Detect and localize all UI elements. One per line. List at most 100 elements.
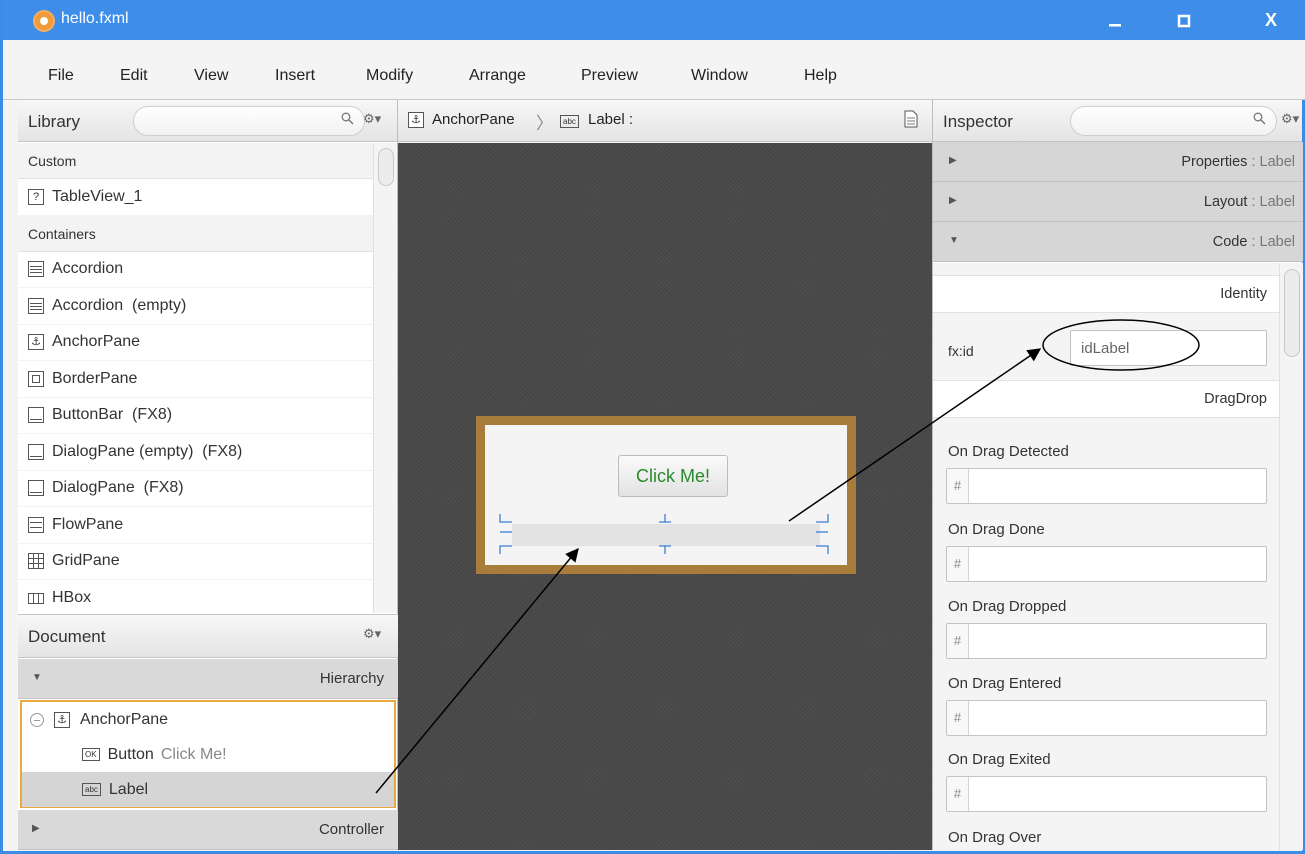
inspector-panel: Inspector ⚙▾ ▶ Properties : Label ▶ Layo…: [932, 100, 1303, 850]
minimize-button[interactable]: [1084, 0, 1146, 40]
library-scrollbar[interactable]: [373, 143, 397, 613]
section-code[interactable]: ▼ Code : Label: [933, 222, 1303, 262]
code-section-body: Identity fx:id idLabel DragDrop On Drag …: [933, 263, 1279, 850]
library-item-buttonbar[interactable]: ButtonBar (FX8): [18, 398, 373, 434]
chevron-right-icon: ▶: [949, 155, 957, 166]
chevron-down-icon: ▼: [32, 672, 42, 683]
on-drag-detected-label: On Drag Detected: [948, 443, 1069, 460]
inspector-scroll-thumb[interactable]: [1284, 269, 1300, 357]
menu-modify[interactable]: Modify: [366, 67, 413, 85]
menu-insert[interactable]: Insert: [275, 67, 315, 85]
library-list: Custom ? TableView_1 Containers Accordio…: [18, 143, 373, 613]
tree-item-button[interactable]: OK Button Click Me!: [22, 737, 394, 772]
controller-title: Controller: [318, 821, 384, 838]
menu-file[interactable]: File: [48, 67, 74, 85]
library-item-tableview[interactable]: ? TableView_1: [18, 179, 373, 216]
on-drag-exited-input[interactable]: #: [946, 776, 1267, 812]
breadcrumb-root[interactable]: AnchorPane: [432, 111, 515, 128]
document-icon[interactable]: [904, 110, 918, 132]
on-drag-exited-label: On Drag Exited: [948, 751, 1051, 768]
chevron-right-icon: ▶: [32, 823, 40, 834]
click-me-button-preview[interactable]: Click Me!: [618, 455, 728, 497]
library-title: Library: [28, 112, 80, 131]
collapse-icon[interactable]: [30, 712, 44, 727]
library-search-input[interactable]: [133, 106, 365, 136]
library-gear-icon[interactable]: ⚙▾: [363, 111, 381, 127]
library-item-hbox[interactable]: HBox: [18, 580, 373, 613]
button-type-icon: OK: [82, 748, 100, 761]
dragdrop-header: DragDrop: [933, 380, 1279, 418]
on-drag-detected-input[interactable]: #: [946, 468, 1267, 504]
menu-window[interactable]: Window: [691, 67, 748, 85]
hbox-icon: [28, 593, 44, 605]
chevron-down-icon: ▼: [949, 235, 959, 246]
library-item-borderpane[interactable]: BorderPane: [18, 361, 373, 398]
flowpane-icon: [28, 516, 44, 533]
anchorpane-icon: ⚓: [408, 112, 424, 128]
library-section-custom: Custom: [18, 143, 373, 179]
menu-arrange[interactable]: Arrange: [469, 67, 526, 85]
document-title: Document: [28, 627, 106, 646]
search-icon: [341, 112, 354, 128]
tree-item-label[interactable]: abc Label: [22, 772, 394, 807]
inspector-header: Inspector ⚙▾: [933, 100, 1302, 142]
fxid-input[interactable]: idLabel: [1070, 330, 1267, 366]
anchorpane-icon: ⚓: [54, 711, 70, 728]
document-gear-icon[interactable]: ⚙▾: [363, 626, 381, 642]
section-layout[interactable]: ▶ Layout : Label: [933, 182, 1303, 222]
on-drag-done-input[interactable]: #: [946, 546, 1267, 582]
close-button[interactable]: X: [1240, 0, 1302, 40]
inspector-search-input[interactable]: [1070, 106, 1277, 136]
gridpane-icon: [28, 553, 44, 570]
fxid-label: fx:id: [948, 343, 974, 359]
library-item-flowpane[interactable]: FlowPane: [18, 507, 373, 544]
inspector-title: Inspector: [943, 112, 1013, 131]
question-icon: ?: [28, 188, 44, 205]
window-title: hello.fxml: [61, 10, 129, 27]
menu-preview[interactable]: Preview: [581, 67, 638, 85]
tree-item-anchorpane[interactable]: ⚓ AnchorPane: [22, 702, 394, 737]
maximize-button[interactable]: [1153, 0, 1215, 40]
on-drag-dropped-input[interactable]: #: [946, 623, 1267, 659]
label-type-icon: abc: [560, 115, 579, 128]
maximize-icon: [1177, 15, 1191, 28]
library-item-anchorpane[interactable]: ⚓ AnchorPane: [18, 325, 373, 361]
inspector-scrollbar[interactable]: [1279, 263, 1303, 850]
library-item-accordion-empty[interactable]: Accordion (empty): [18, 288, 373, 325]
dialogpane-icon: [28, 443, 44, 460]
hierarchy-section[interactable]: ▼ Hierarchy: [18, 659, 398, 699]
breadcrumb-current[interactable]: Label :: [588, 111, 633, 128]
menu-help[interactable]: Help: [804, 67, 837, 85]
library-item-dialogpane[interactable]: DialogPane (FX8): [18, 471, 373, 507]
section-properties[interactable]: ▶ Properties : Label: [933, 142, 1303, 182]
library-item-dialogpane-empty[interactable]: DialogPane (empty) (FX8): [18, 434, 373, 471]
inspector-gear-icon[interactable]: ⚙▾: [1281, 111, 1299, 127]
library-item-gridpane[interactable]: GridPane: [18, 544, 373, 580]
library-header: Library ⚙▾: [18, 100, 397, 142]
hierarchy-tree: ⚓ AnchorPane OK Button Click Me! abc Lab…: [20, 700, 396, 808]
label-type-icon: abc: [82, 783, 101, 796]
breadcrumb: ⚓ AnchorPane 〉 abc Label :: [398, 100, 932, 142]
on-drag-entered-input[interactable]: #: [946, 700, 1267, 736]
library-item-accordion[interactable]: Accordion: [18, 252, 373, 288]
menu-view[interactable]: View: [194, 67, 228, 85]
on-drag-over-label: On Drag Over: [948, 829, 1042, 846]
close-icon: X: [1264, 10, 1277, 30]
document-header: Document ⚙▾: [18, 614, 398, 658]
borderpane-icon: [28, 370, 44, 387]
library-scroll-thumb[interactable]: [378, 148, 394, 186]
menu-edit[interactable]: Edit: [120, 67, 148, 85]
identity-header: Identity: [933, 275, 1279, 313]
buttonbar-icon: [28, 407, 44, 424]
library-section-containers: Containers: [18, 215, 373, 252]
accordion-icon: [28, 297, 44, 314]
minimize-icon: [1109, 24, 1121, 27]
anchor-guides: [499, 514, 829, 554]
hierarchy-title: Hierarchy: [319, 670, 384, 687]
accordion-icon: [28, 261, 44, 278]
title-bar: hello.fxml X: [3, 0, 1305, 40]
breadcrumb-separator: 〉: [536, 114, 553, 133]
controller-section[interactable]: ▶ Controller: [18, 810, 398, 850]
on-drag-dropped-label: On Drag Dropped: [948, 598, 1067, 615]
scenebuilder-logo-icon: [33, 10, 55, 32]
